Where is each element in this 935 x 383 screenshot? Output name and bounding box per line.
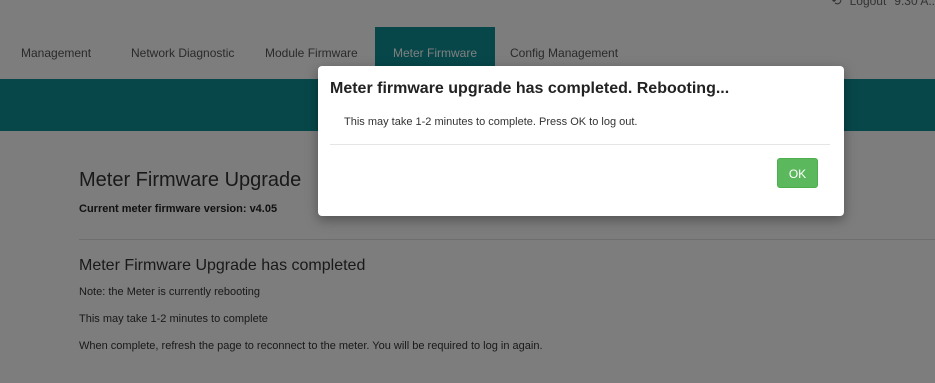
modal-separator xyxy=(330,144,830,145)
reboot-modal: Meter firmware upgrade has completed. Re… xyxy=(318,66,844,216)
page: ⟲ Logout 9:30 A.. Management Network Dia… xyxy=(0,0,935,383)
modal-body: This may take 1-2 minutes to complete. P… xyxy=(344,116,638,128)
modal-title: Meter firmware upgrade has completed. Re… xyxy=(330,80,730,97)
ok-button[interactable]: OK xyxy=(777,158,818,188)
